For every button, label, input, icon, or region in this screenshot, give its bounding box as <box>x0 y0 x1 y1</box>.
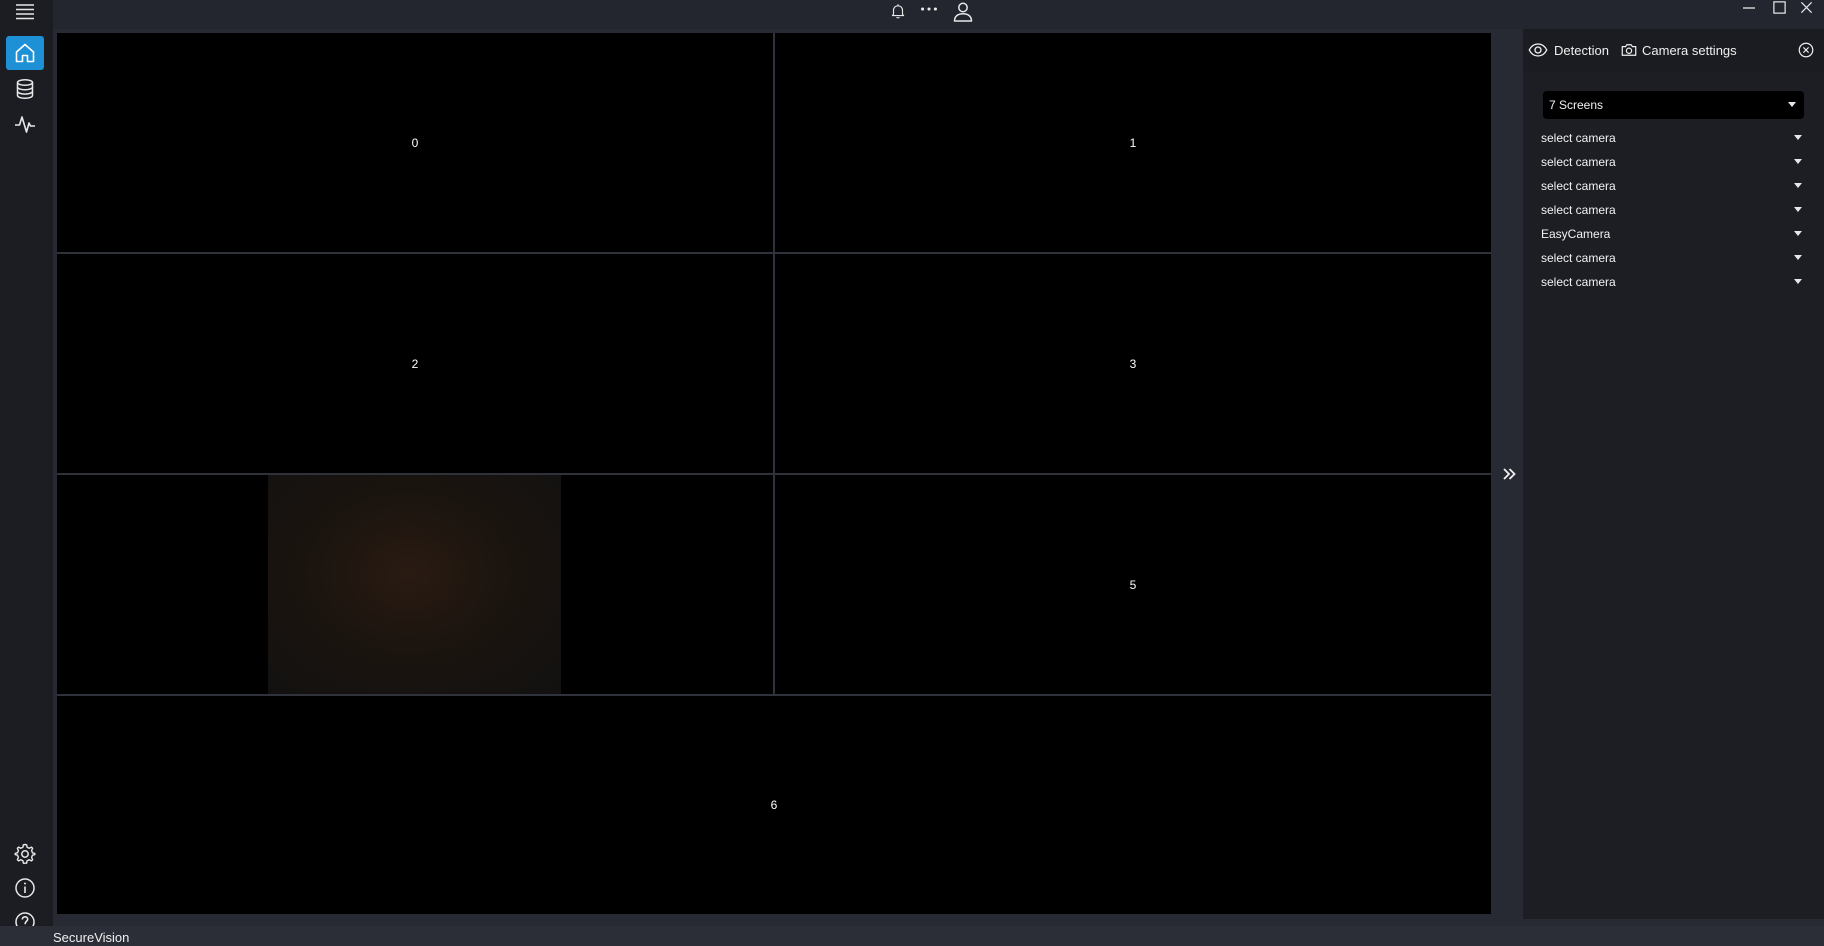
sidebar <box>0 0 53 946</box>
chevrons-right-icon <box>1503 468 1516 480</box>
sidebar-item-activity[interactable] <box>6 107 44 141</box>
camera-cell-0[interactable]: 0 <box>57 33 773 252</box>
cell-label: 0 <box>411 135 419 150</box>
camera-select-5[interactable]: select camera <box>1541 246 1811 270</box>
camera-select-value: select camera <box>1541 155 1616 169</box>
camera-select-value: select camera <box>1541 131 1616 145</box>
camera-select-value: select camera <box>1541 275 1616 289</box>
chevron-down-icon <box>1794 207 1802 212</box>
home-icon <box>15 43 35 63</box>
camera-select-list: select camera select camera select camer… <box>1541 126 1811 294</box>
camera-select-value: EasyCamera <box>1541 227 1611 241</box>
screens-layout-select[interactable]: 7 Screens <box>1543 91 1804 119</box>
chevron-down-icon <box>1794 231 1802 236</box>
camera-select-0[interactable]: select camera <box>1541 126 1811 150</box>
camera-select-4[interactable]: EasyCamera <box>1541 222 1811 246</box>
activity-icon <box>15 116 35 133</box>
chevron-down-icon <box>1794 279 1802 284</box>
tab-label: Detection <box>1554 42 1609 58</box>
more-icon <box>921 6 937 11</box>
sidebar-item-settings[interactable] <box>6 837 44 871</box>
status-bar: SecureVision <box>0 926 1824 946</box>
tab-camera-settings[interactable]: Camera settings <box>1620 39 1737 61</box>
close-circle-icon <box>1798 42 1814 58</box>
titlebar <box>53 0 1824 29</box>
info-icon <box>15 878 35 898</box>
menu-button[interactable] <box>6 0 44 24</box>
chevron-down-icon <box>1794 183 1802 188</box>
app-name: SecureVision <box>53 930 130 945</box>
sidebar-item-home[interactable] <box>6 36 44 70</box>
camera-select-value: select camera <box>1541 251 1616 265</box>
camera-icon <box>1621 44 1637 56</box>
sidebar-item-database[interactable] <box>6 72 44 106</box>
camera-cell-4[interactable] <box>57 475 773 694</box>
bell-icon <box>891 3 905 18</box>
eye-icon <box>1528 43 1548 57</box>
grid-divider <box>773 33 775 694</box>
notifications-button[interactable] <box>887 0 909 29</box>
chevron-down-icon <box>1794 255 1802 260</box>
camera-select-2[interactable]: select camera <box>1541 174 1811 198</box>
chevron-down-icon <box>1794 159 1802 164</box>
select-value: 7 Screens <box>1549 98 1604 112</box>
app-window: 0 1 2 3 5 6 Detection Camera settings 7 … <box>0 0 1824 946</box>
maximize-button[interactable] <box>1767 0 1791 29</box>
cell-label: 1 <box>1129 135 1137 150</box>
panel-header: Detection Camera settings <box>1523 29 1824 71</box>
tab-detection[interactable]: Detection <box>1526 39 1609 61</box>
camera-cell-3[interactable]: 3 <box>775 254 1491 473</box>
chevron-down-icon <box>1794 135 1802 140</box>
camera-cell-1[interactable]: 1 <box>775 33 1491 252</box>
sidebar-item-info[interactable] <box>6 871 44 905</box>
user-button[interactable] <box>950 0 976 29</box>
camera-select-1[interactable]: select camera <box>1541 150 1811 174</box>
close-button[interactable] <box>1794 0 1818 29</box>
collapse-panel-button[interactable] <box>1497 461 1521 487</box>
cell-label: 5 <box>1129 577 1137 592</box>
maximize-icon <box>1772 1 1786 14</box>
minimize-icon <box>1743 6 1755 9</box>
hamburger-icon <box>16 4 34 20</box>
user-icon <box>953 2 973 22</box>
panel-close-button[interactable] <box>1796 40 1816 60</box>
close-icon <box>1800 1 1812 14</box>
cell-label: 2 <box>411 356 419 371</box>
camera-cell-2[interactable]: 2 <box>57 254 773 473</box>
grid-divider <box>57 473 1491 475</box>
cell-label: 3 <box>1129 356 1137 371</box>
camera-select-value: select camera <box>1541 179 1616 193</box>
camera-feed-image <box>268 475 561 694</box>
camera-select-3[interactable]: select camera <box>1541 198 1811 222</box>
camera-grid: 0 1 2 3 5 6 <box>57 33 1491 914</box>
camera-cell-5[interactable]: 5 <box>775 475 1491 694</box>
right-panel: Detection Camera settings 7 Screens sele… <box>1523 29 1824 919</box>
cell-label: 6 <box>770 798 778 812</box>
chevron-down-icon <box>1788 102 1796 107</box>
minimize-button[interactable] <box>1737 0 1761 29</box>
settings-icon <box>14 843 36 864</box>
camera-select-value: select camera <box>1541 203 1616 217</box>
grid-divider <box>57 694 1491 696</box>
database-icon <box>16 78 34 100</box>
grid-divider <box>57 252 1491 254</box>
tab-label: Camera settings <box>1642 42 1737 58</box>
more-button[interactable] <box>917 0 941 29</box>
camera-cell-6[interactable]: 6 <box>57 696 1491 914</box>
camera-select-6[interactable]: select camera <box>1541 270 1811 294</box>
